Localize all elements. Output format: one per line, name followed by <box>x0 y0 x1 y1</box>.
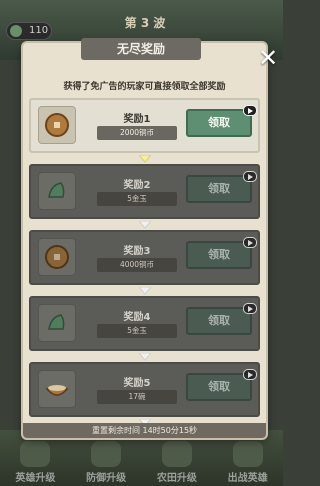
reward-value: 5金玉 <box>97 192 177 206</box>
nav-battle-heroes[interactable]: 出战英雄 <box>212 437 283 486</box>
reset-timer: 重置剩余时间 14时50分15秒 <box>23 423 266 438</box>
reward-card-1: 奖励1 2000铜币 领取 <box>29 98 260 153</box>
nav-defense-upgrade[interactable]: 防御升级 <box>71 437 142 486</box>
claim-button[interactable]: 领取 <box>186 241 252 269</box>
claim-button[interactable]: 领取 <box>186 175 252 203</box>
chevron-down-icon <box>139 287 151 295</box>
chevron-down-icon <box>139 353 151 361</box>
modal-subtitle: 获得了免广告的玩家可直接领取全部奖励 <box>63 82 226 92</box>
modal-title: 无尽奖励 <box>81 38 201 60</box>
reward-list[interactable]: 奖励1 2000铜币 领取 奖励2 5金玉 领取 奖励3 4000铜币 领取 奖… <box>29 98 260 423</box>
claim-button[interactable]: 领取 <box>186 307 252 335</box>
wave-indicator: 第 3 波 <box>124 16 166 30</box>
endless-rewards-modal: 无尽奖励 ✕ 获得了免广告的玩家可直接领取全部奖励 奖励1 2000铜币 领取 … <box>23 38 278 438</box>
copper-coin-icon <box>38 106 76 144</box>
reward-name: 奖励2 <box>123 180 151 191</box>
nav-label: 农田升级 <box>156 473 197 484</box>
reward-name: 奖励3 <box>123 246 151 257</box>
reward-name: 奖励5 <box>123 378 151 389</box>
reward-card-5: 奖励5 17碗 领取 <box>29 362 260 417</box>
video-ad-icon <box>243 369 257 380</box>
farm-upgrade-icon <box>161 441 192 467</box>
claim-button[interactable]: 领取 <box>186 109 252 137</box>
bottom-navigation: 英雄升级 防御升级 农田升级 出战英雄 <box>0 437 283 486</box>
reward-value: 2000铜币 <box>97 126 177 140</box>
reward-card-2: 奖励2 5金玉 领取 <box>29 164 260 219</box>
hero-upgrade-icon <box>20 441 51 467</box>
nav-hero-upgrade[interactable]: 英雄升级 <box>0 437 71 486</box>
chevron-down-icon <box>139 155 151 163</box>
reward-value: 17碗 <box>97 390 177 404</box>
jade-icon <box>38 172 76 210</box>
video-ad-icon <box>243 303 257 314</box>
defense-upgrade-icon <box>91 441 122 467</box>
jade-icon <box>38 304 76 342</box>
reward-name: 奖励1 <box>123 114 151 125</box>
close-button[interactable]: ✕ <box>255 46 281 72</box>
nav-label: 防御升级 <box>86 473 127 484</box>
reward-card-4: 奖励4 5金玉 领取 <box>29 296 260 351</box>
reward-card-3: 奖励3 4000铜币 领取 <box>29 230 260 285</box>
reward-value: 4000铜币 <box>97 258 177 272</box>
video-ad-icon <box>243 237 257 248</box>
video-ad-icon <box>243 105 257 116</box>
resource-counter: 110 <box>6 22 52 40</box>
video-ad-icon <box>243 171 257 182</box>
reward-value: 5金玉 <box>97 324 177 338</box>
nav-label: 出战英雄 <box>227 473 268 484</box>
copper-coin-icon <box>38 238 76 276</box>
bowl-icon <box>38 370 76 408</box>
nav-label: 英雄升级 <box>15 473 56 484</box>
claim-button[interactable]: 领取 <box>186 373 252 401</box>
battle-heroes-icon <box>232 441 263 467</box>
nav-farm-upgrade[interactable]: 农田升级 <box>142 437 213 486</box>
chevron-down-icon <box>139 221 151 229</box>
reward-name: 奖励4 <box>123 312 151 323</box>
